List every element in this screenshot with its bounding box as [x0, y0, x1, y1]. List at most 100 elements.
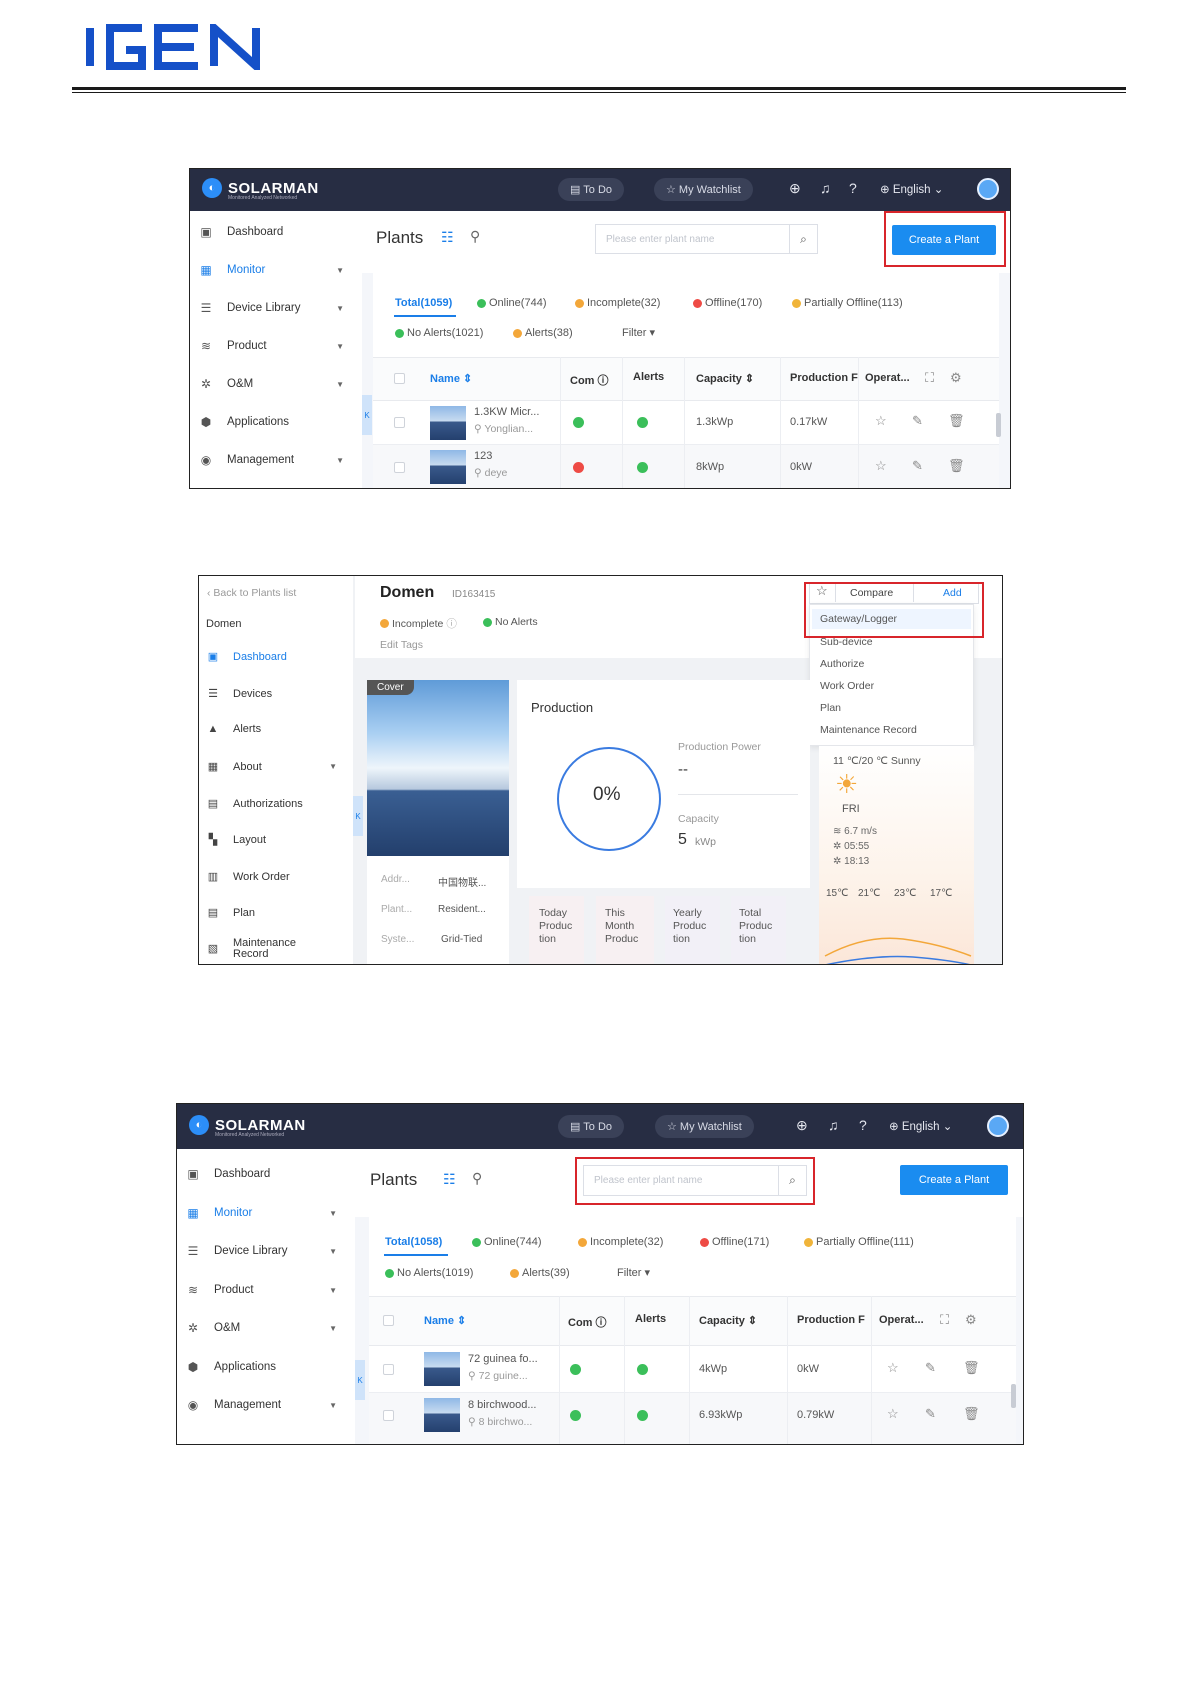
stat-online[interactable]: Online(744) [472, 1236, 541, 1248]
sidebar-item-dashboard[interactable]: ▣ Dashboard [177, 1167, 355, 1181]
help-icon[interactable]: ? [859, 1117, 867, 1133]
gear-icon[interactable]: ⚙ [950, 370, 962, 386]
fullscreen-icon[interactable]: ⛶ [925, 370, 934, 386]
sidebar-item-om[interactable]: ✲ O&M ▼ [190, 377, 362, 391]
add-circle-icon[interactable]: ⊕ [796, 1117, 808, 1134]
language-select[interactable]: ⊕ English ⌄ [880, 182, 943, 196]
solarman-brand[interactable]: ◐ SOLARMAN Monitored Analyzed Networked [202, 178, 319, 201]
stat-no-alerts[interactable]: No Alerts(1021) [395, 327, 483, 339]
bell-icon[interactable]: ♫ [828, 1117, 839, 1133]
todo-button[interactable]: ▤ To Do [558, 178, 625, 201]
watchlist-button[interactable]: ☆ My Watchlist [655, 1115, 754, 1138]
sidebar-collapse-handle[interactable]: K [355, 1360, 365, 1400]
sidebar-item-dashboard[interactable]: ▣ Dashboard [190, 225, 362, 239]
menu-item-maintenance-record[interactable]: Maintenance Record [820, 724, 917, 736]
plant-name[interactable]: 123 [474, 450, 492, 462]
sidebar-item-work-order[interactable]: ▥ Work Order [199, 870, 353, 884]
solarman-brand[interactable]: ◐ SOLARMAN Monitored Analyzed Networked [189, 1115, 306, 1138]
sidebar-item-monitor[interactable]: ▦ Monitor ▼ [177, 1206, 355, 1220]
star-icon[interactable]: ☆ [875, 458, 887, 474]
filter-button[interactable]: Filter ▾ [622, 326, 655, 340]
sidebar-item-maintenance-record[interactable]: ▧ Maintenance Record [199, 938, 353, 960]
sidebar-item-device-library[interactable]: ☰ Device Library ▼ [190, 301, 362, 315]
edit-icon[interactable]: ✎ [912, 413, 923, 429]
sidebar-item-alerts[interactable]: ▲ Alerts [199, 723, 353, 735]
sidebar-item-management[interactable]: ◉ Management ▼ [177, 1398, 355, 1412]
row-checkbox[interactable] [383, 1364, 394, 1375]
delete-icon[interactable]: 🗑 [948, 413, 965, 429]
filter-button[interactable]: Filter ▾ [617, 1266, 650, 1280]
stat-offline[interactable]: Offline(171) [700, 1236, 769, 1248]
stat-no-alerts[interactable]: No Alerts(1019) [385, 1267, 473, 1279]
sidebar-item-applications[interactable]: ⬢ Applications [190, 415, 362, 429]
bell-icon[interactable]: ♫ [820, 180, 831, 196]
col-capacity[interactable]: Capacity ⇕ [696, 372, 754, 385]
select-all-checkbox[interactable] [383, 1315, 394, 1326]
menu-item-work-order[interactable]: Work Order [820, 680, 874, 692]
sidebar-item-applications[interactable]: ⬢ Applications [177, 1360, 355, 1374]
col-name[interactable]: Name ⇕ [430, 372, 472, 385]
stat-online[interactable]: Online(744) [477, 297, 546, 309]
star-icon[interactable]: ☆ [887, 1360, 899, 1376]
delete-icon[interactable]: 🗑 [963, 1360, 980, 1376]
list-view-icon[interactable]: ☷ [441, 229, 454, 246]
map-view-icon[interactable]: ⚲ [472, 1170, 482, 1187]
edit-icon[interactable]: ✎ [925, 1360, 936, 1376]
create-plant-button[interactable]: Create a Plant [900, 1165, 1008, 1195]
stat-incomplete[interactable]: Incomplete(32) [575, 297, 660, 309]
delete-icon[interactable]: 🗑 [948, 458, 965, 474]
plant-name[interactable]: 8 birchwood... [468, 1399, 536, 1411]
select-all-checkbox[interactable] [394, 373, 405, 384]
plant-name[interactable]: 1.3KW Micr... [474, 406, 539, 418]
star-icon[interactable]: ☆ [887, 1406, 899, 1422]
col-capacity[interactable]: Capacity ⇕ [699, 1314, 757, 1327]
sidebar-item-layout[interactable]: ▚ Layout [199, 833, 353, 847]
menu-item-plan[interactable]: Plan [820, 702, 841, 714]
sidebar-collapse-handle[interactable]: K [353, 796, 363, 836]
table-row[interactable] [373, 445, 999, 488]
plant-name[interactable]: 72 guinea fo... [468, 1353, 538, 1365]
watchlist-button[interactable]: ☆ My Watchlist [654, 178, 753, 201]
stat-alerts[interactable]: Alerts(38) [513, 327, 573, 339]
list-view-icon[interactable]: ☷ [443, 1171, 456, 1188]
scrollbar[interactable] [1011, 1384, 1016, 1408]
edit-tags-link[interactable]: Edit Tags [380, 639, 423, 651]
delete-icon[interactable]: 🗑 [963, 1406, 980, 1422]
sidebar-item-device-library[interactable]: ☰ Device Library ▼ [177, 1244, 355, 1258]
avatar[interactable] [987, 1115, 1009, 1137]
stat-partially-offline[interactable]: Partially Offline(113) [792, 297, 903, 309]
table-row[interactable] [373, 401, 999, 445]
back-link[interactable]: ‹ Back to Plants list [207, 587, 296, 599]
table-row[interactable] [369, 1393, 1016, 1444]
sidebar-item-devices[interactable]: ☰ Devices [199, 687, 353, 701]
sidebar-item-dashboard[interactable]: ▣ Dashboard [199, 650, 353, 664]
stat-offline[interactable]: Offline(170) [693, 297, 762, 309]
sidebar-item-authorizations[interactable]: ▤ Authorizations [199, 797, 353, 811]
fullscreen-icon[interactable]: ⛶ [940, 1312, 949, 1328]
star-icon[interactable]: ☆ [875, 413, 887, 429]
sidebar-item-monitor[interactable]: ▦ Monitor ▼ [190, 263, 362, 277]
menu-item-authorize[interactable]: Authorize [820, 658, 864, 670]
add-circle-icon[interactable]: ⊕ [789, 180, 801, 197]
map-view-icon[interactable]: ⚲ [470, 228, 480, 245]
edit-icon[interactable]: ✎ [912, 458, 923, 474]
edit-icon[interactable]: ✎ [925, 1406, 936, 1422]
todo-button[interactable]: ▤ To Do [558, 1115, 625, 1138]
row-checkbox[interactable] [394, 462, 405, 473]
avatar[interactable] [977, 178, 999, 200]
table-row[interactable] [369, 1346, 1016, 1393]
stat-total[interactable]: Total(1058) [385, 1236, 442, 1248]
sidebar-item-management[interactable]: ◉ Management ▼ [190, 453, 362, 467]
row-checkbox[interactable] [383, 1410, 394, 1421]
stat-incomplete[interactable]: Incomplete(32) [578, 1236, 663, 1248]
sidebar-item-product[interactable]: ≋ Product ▼ [177, 1283, 355, 1297]
sidebar-item-plan[interactable]: ▤ Plan [199, 906, 353, 920]
search-input[interactable]: Please enter plant name ⌕ [595, 224, 818, 254]
gear-icon[interactable]: ⚙ [965, 1312, 977, 1328]
stat-alerts[interactable]: Alerts(39) [510, 1267, 570, 1279]
stat-total[interactable]: Total(1059) [395, 297, 452, 309]
sidebar-item-product[interactable]: ≋ Product ▼ [190, 339, 362, 353]
col-name[interactable]: Name ⇕ [424, 1314, 466, 1327]
scrollbar[interactable] [996, 413, 1001, 437]
sidebar-item-om[interactable]: ✲ O&M ▼ [177, 1321, 355, 1335]
